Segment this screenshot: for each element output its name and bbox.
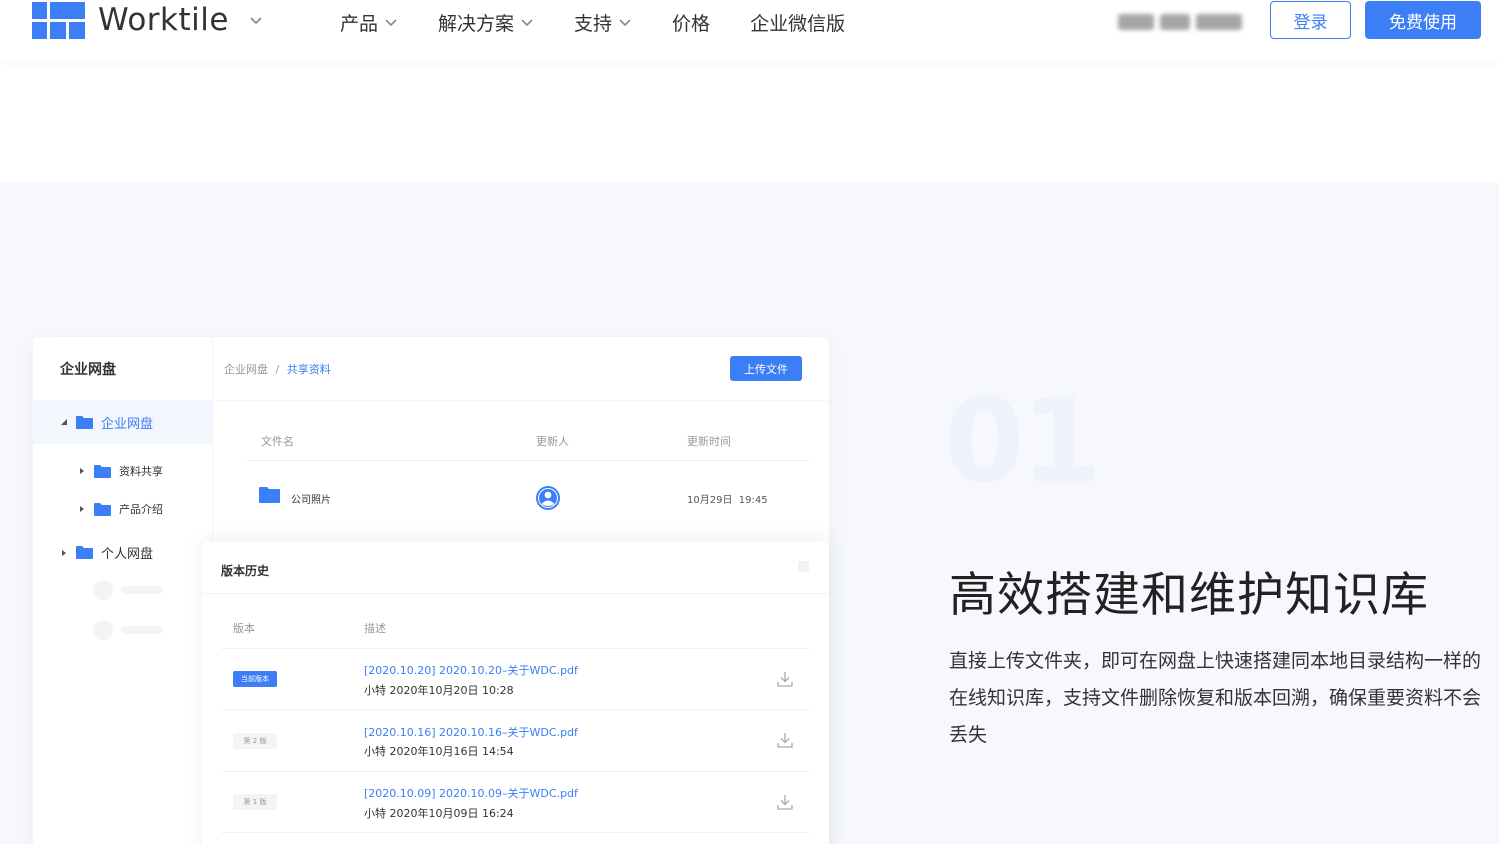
breadcrumb: 企业网盘 / 共享资料: [224, 361, 331, 377]
tree-label: 个人网盘: [101, 547, 154, 562]
breadcrumb-separator: /: [275, 363, 280, 376]
skeleton-placeholder: [121, 586, 163, 594]
row-divider: [221, 648, 809, 649]
caret-down-icon: [61, 419, 67, 425]
folder-icon: [94, 464, 111, 478]
nav-item-wecom[interactable]: 企业微信版: [750, 9, 845, 36]
nav-label: 企业微信版: [750, 12, 846, 35]
user-avatar-icon: [536, 486, 560, 510]
download-icon[interactable]: [776, 670, 794, 688]
login-button[interactable]: 登录: [1270, 1, 1351, 39]
table-divider: [247, 460, 809, 461]
tree-label: 资料共享: [119, 465, 163, 478]
caret-right-icon: [80, 506, 84, 512]
version-meta: 小特 2020年10月20日 10:28: [364, 684, 514, 697]
row-divider: [221, 771, 809, 772]
version-file-link[interactable]: [2020.10.16] 2020.10.16–关于WDC.pdf: [364, 724, 578, 740]
free-trial-button[interactable]: 免费使用: [1365, 1, 1481, 39]
file-updated-time: 10月29日 19:45: [687, 495, 768, 506]
version-file-link[interactable]: [2020.10.20] 2020.10.20–关于WDC.pdf: [364, 662, 578, 678]
blurred-phone-number: [1118, 10, 1246, 34]
download-icon[interactable]: [776, 793, 794, 811]
folder-icon: [94, 502, 111, 516]
main-nav: 产品 解决方案 支持 价格 企业微信版: [340, 0, 885, 44]
nav-item-product[interactable]: 产品: [340, 9, 398, 36]
version-history-panel: 版本历史 版本 描述 当前版本 [2020.10.20] 2020.10.20–…: [202, 542, 829, 844]
feature-description: 直接上传文件夹，即可在网盘上快速搭建同本地目录结构一样的在线知识库，支持文件删除…: [949, 650, 1482, 746]
folder-icon: [76, 415, 93, 429]
nav-label: 解决方案: [438, 12, 515, 35]
column-header-version: 版本: [233, 622, 255, 635]
panel-divider: [202, 593, 829, 594]
column-header-updated-time: 更新时间: [687, 435, 731, 448]
skeleton-placeholder: [121, 626, 163, 634]
chevron-down-icon: [619, 19, 631, 27]
feature-headline: 高效搭建和维护知识库: [949, 568, 1429, 623]
top-header: Worktile 产品 解决方案 支持 价格 企业微信版 登录 免费使用: [0, 0, 1499, 62]
drive-sidebar: 企业网盘 企业网盘 资料共享 产品介绍 个人网盘: [33, 337, 213, 844]
version-file-link[interactable]: [2020.10.09] 2020.10.09–关于WDC.pdf: [364, 785, 578, 801]
skeleton-placeholder: [93, 620, 113, 640]
logo-text: Worktile: [98, 2, 229, 38]
version-badge: 第 2 版: [233, 733, 277, 749]
upload-file-button[interactable]: 上传文件: [730, 356, 802, 381]
caret-right-icon: [80, 468, 84, 474]
white-band: [0, 62, 1499, 183]
version-meta: 小特 2020年10月09日 16:24: [364, 807, 514, 820]
skeleton-placeholder: [93, 580, 113, 600]
chevron-down-icon: [521, 19, 533, 27]
chevron-down-icon[interactable]: [249, 13, 263, 27]
nav-label: 价格: [672, 12, 711, 35]
version-badge: 第 1 版: [233, 794, 277, 810]
nav-label: 支持: [574, 12, 613, 35]
column-header-description: 描述: [364, 622, 386, 635]
tree-label: 企业网盘: [101, 416, 154, 432]
file-name: 公司照片: [291, 495, 331, 506]
folder-icon: [259, 487, 280, 503]
breadcrumb-current: 共享资料: [286, 363, 331, 376]
close-icon[interactable]: [798, 561, 809, 572]
column-header-updater: 更新人: [536, 435, 569, 448]
logo[interactable]: Worktile: [32, 0, 263, 40]
row-divider: [221, 709, 809, 710]
tree-label: 产品介绍: [119, 503, 163, 516]
feature-number: 01: [944, 374, 1101, 509]
caret-right-icon: [62, 549, 66, 556]
column-header-filename: 文件名: [261, 435, 294, 448]
worktile-logo-icon: [32, 1, 85, 39]
download-icon[interactable]: [776, 731, 794, 749]
nav-item-support[interactable]: 支持: [574, 9, 632, 36]
tree-item-enterprise-drive[interactable]: 企业网盘: [33, 400, 213, 444]
tree-item-shared[interactable]: 资料共享: [78, 463, 163, 479]
drive-toolbar: 企业网盘 / 共享资料 上传文件: [213, 337, 829, 401]
row-divider: [221, 832, 809, 833]
tree-item-product-intro[interactable]: 产品介绍: [78, 501, 163, 517]
nav-item-solutions[interactable]: 解决方案: [438, 9, 534, 36]
chevron-down-icon: [385, 19, 397, 27]
sidebar-title: 企业网盘: [60, 362, 116, 378]
folder-icon: [76, 546, 93, 559]
current-version-badge: 当前版本: [233, 671, 277, 687]
panel-title: 版本历史: [221, 564, 270, 578]
breadcrumb-root[interactable]: 企业网盘: [224, 363, 268, 376]
nav-label: 产品: [340, 12, 379, 35]
nav-item-pricing[interactable]: 价格: [672, 9, 710, 36]
version-meta: 小特 2020年10月16日 14:54: [364, 745, 514, 758]
tree-item-personal-drive[interactable]: 个人网盘: [60, 543, 153, 562]
